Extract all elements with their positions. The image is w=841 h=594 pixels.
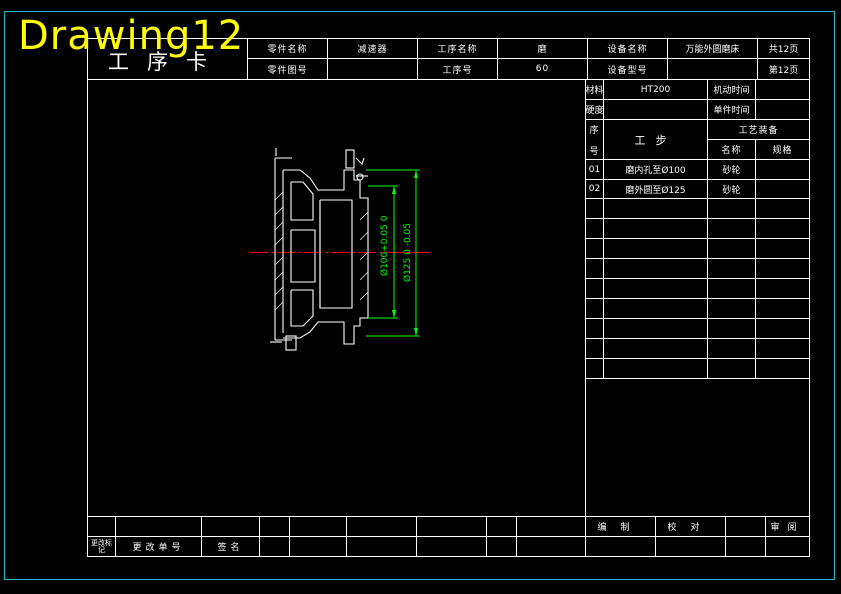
step-1-desc: 磨内孔至Ø100 (625, 166, 686, 176)
part-no-value (328, 59, 417, 79)
op-no-value: 60 (535, 64, 550, 74)
unit-time-label: 单件时间 (713, 106, 750, 116)
hardness-label: 硬度 (585, 106, 604, 116)
check-label: 校对 (667, 523, 714, 533)
page-number: 第12页 (768, 65, 799, 76)
step-2-tool: 砂轮 (722, 185, 741, 196)
part-no-label: 零件图号 (267, 65, 308, 76)
step-2-desc: 磨外圆至Ø125 (625, 185, 686, 196)
seq-label-top: 序 (589, 125, 600, 136)
part-name-label: 零件名称 (267, 45, 308, 55)
compile-label: 编制 (597, 523, 644, 533)
op-no-label: 工序号 (442, 65, 473, 76)
review-label: 审阅 (770, 523, 805, 533)
op-name-value: 磨 (537, 45, 548, 55)
hardness-value (604, 100, 707, 119)
op-name-label: 工序名称 (437, 45, 478, 55)
equipment-spec-label: 规格 (772, 146, 793, 156)
equip-model-value (668, 59, 757, 79)
equip-model-label: 设备型号 (607, 65, 648, 76)
seq-label-bottom: 号 (589, 146, 600, 157)
sheet-title: 工序卡 (108, 50, 225, 74)
equipment-label: 工艺装备 (738, 126, 779, 136)
step-1-tool: 砂轮 (722, 166, 741, 176)
inner-diameter-dim: Ø100+0.05 0 (380, 215, 390, 276)
step-1-no: 01 (588, 164, 601, 175)
change-doc-label: 更改单号 (132, 543, 185, 553)
machine-time-label: 机动时间 (713, 86, 750, 96)
outer-diameter-dim: Ø125 0 -0.05 (403, 223, 413, 282)
material-label: 材料 (585, 86, 604, 96)
step-2-no: 02 (588, 184, 601, 194)
total-pages: 共12页 (768, 45, 799, 55)
equip-name-label: 设备名称 (607, 45, 648, 55)
equipment-name-label: 名称 (721, 146, 742, 156)
step-label: 工步 (634, 133, 677, 147)
part-name-value: 减速器 (357, 45, 388, 55)
change-mark-label: 更改标记 (91, 538, 112, 554)
signature-label: 签名 (217, 543, 244, 553)
equip-name-value: 万能外圆磨床 (685, 45, 740, 55)
material-value: HT200 (640, 84, 671, 95)
